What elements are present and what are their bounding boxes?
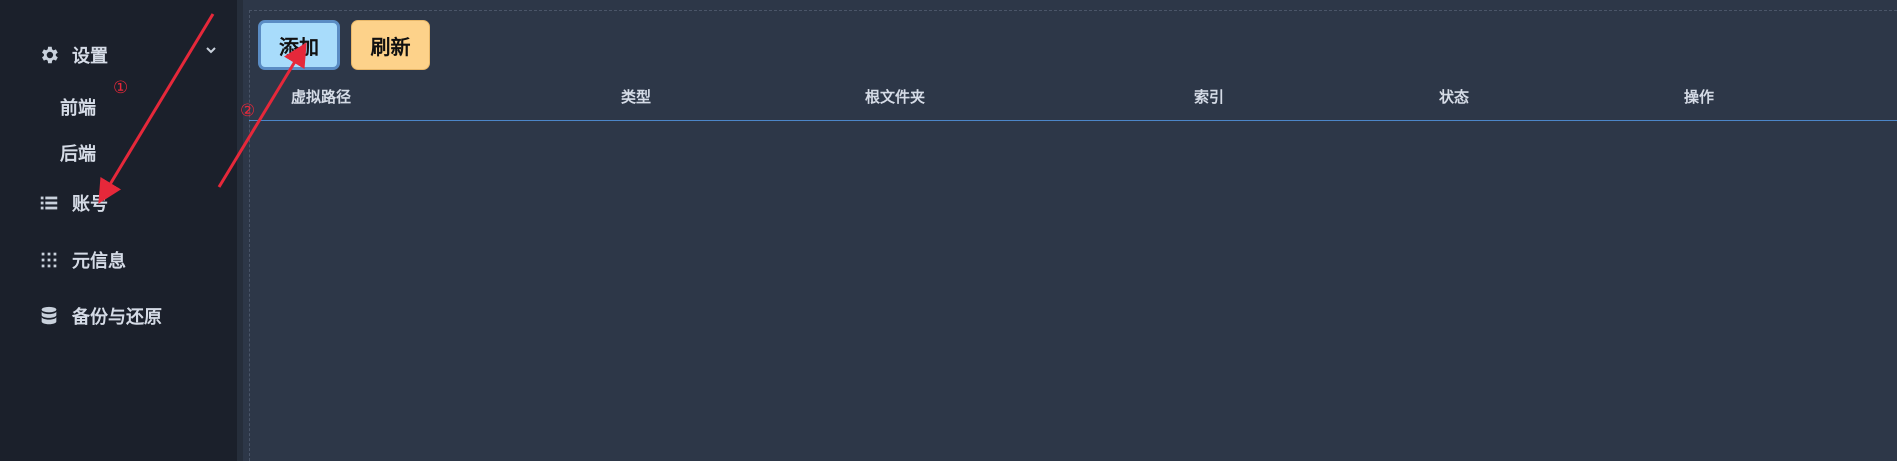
sidebar-subitem-backend[interactable]: 后端 [60, 140, 96, 166]
table-header-divider [249, 120, 1897, 121]
sidebar-item-settings[interactable]: 设置 [38, 42, 108, 68]
grid-icon [38, 249, 60, 271]
sidebar-item-backup-restore[interactable]: 备份与还原 [38, 303, 162, 329]
content-border-left [249, 10, 250, 461]
sidebar-item-backup-label: 备份与还原 [72, 307, 162, 328]
main-content: 添加 刷新 虚拟路径 类型 根文件夹 索引 状态 操作 [243, 0, 1897, 461]
column-header-type[interactable]: 类型 [621, 86, 651, 107]
gear-icon [38, 44, 60, 66]
sidebar-item-settings-label: 设置 [72, 46, 108, 67]
add-button[interactable]: 添加 [258, 20, 340, 70]
column-header-root-folder[interactable]: 根文件夹 [865, 86, 925, 107]
column-header-status[interactable]: 状态 [1439, 86, 1469, 107]
sidebar-item-metainfo-label: 元信息 [72, 251, 126, 272]
column-header-index[interactable]: 索引 [1194, 86, 1224, 107]
sidebar-item-accounts-label: 账号 [72, 194, 108, 215]
sidebar: 设置 前端 后端 账号 元信息 备份与还原 [0, 0, 237, 461]
sidebar-item-accounts[interactable]: 账号 [38, 190, 108, 216]
column-header-virtual-path[interactable]: 虚拟路径 [291, 86, 351, 107]
annotation-marker-1: ① [113, 78, 129, 98]
chevron-down-icon[interactable] [204, 43, 218, 57]
sidebar-subitem-frontend[interactable]: 前端 [60, 94, 96, 120]
column-header-actions[interactable]: 操作 [1684, 86, 1714, 107]
refresh-button[interactable]: 刷新 [351, 20, 430, 70]
database-icon [38, 305, 60, 327]
annotation-marker-2: ② [240, 101, 256, 121]
list-icon [38, 192, 60, 214]
sidebar-item-metainfo[interactable]: 元信息 [38, 247, 126, 273]
content-border-top [249, 10, 1897, 11]
